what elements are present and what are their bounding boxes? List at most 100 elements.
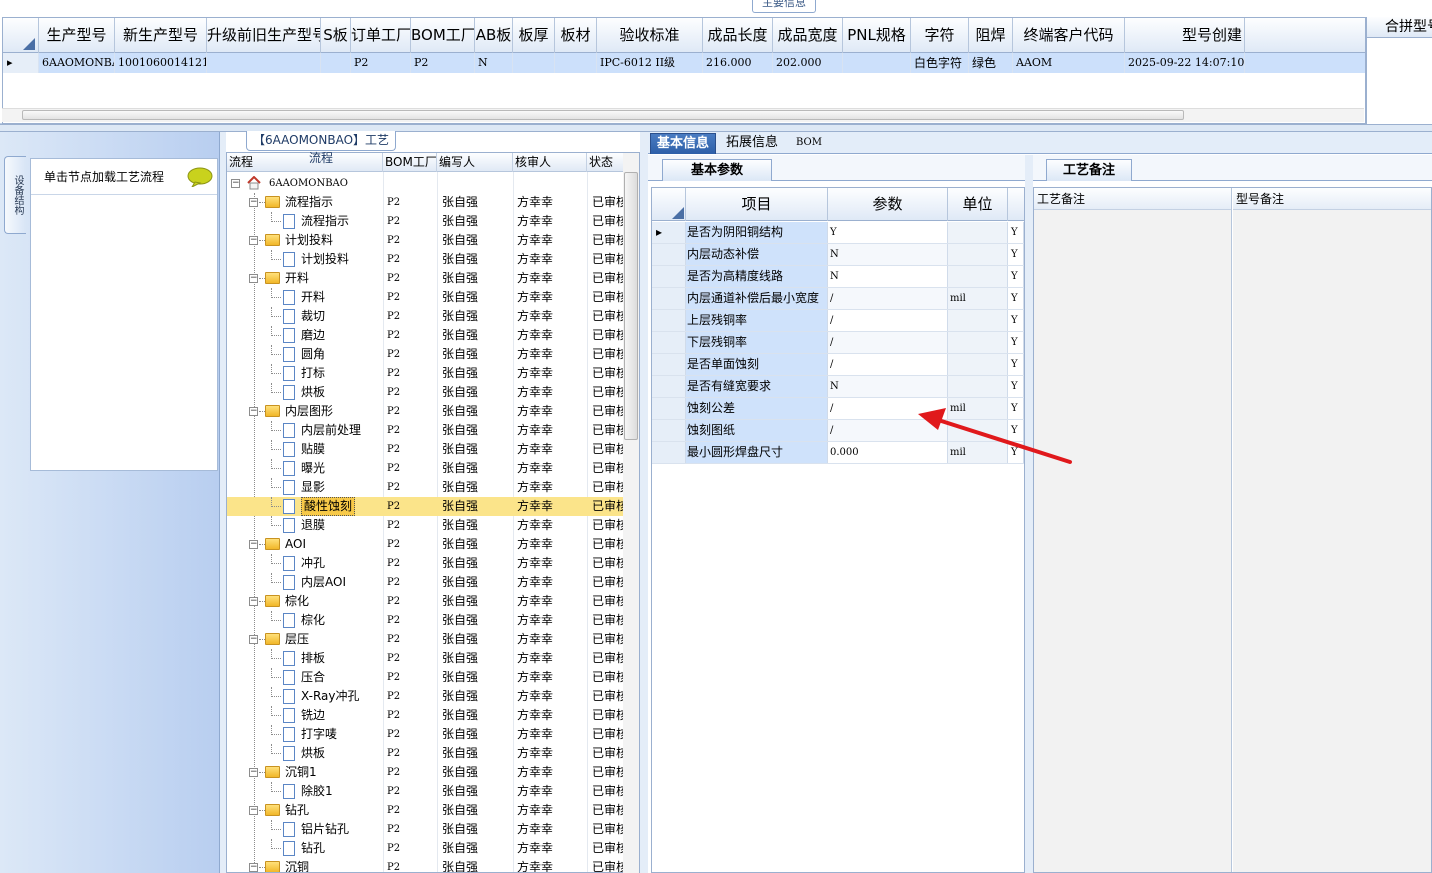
tab-basic-info[interactable]: 基本信息: [650, 133, 717, 154]
tree-folder-node[interactable]: − 内层图形 P2 张自强 方幸幸 已审核: [227, 402, 628, 421]
tree-folder-node[interactable]: − 计划投料 P2 张自强 方幸幸 已审核: [227, 231, 628, 250]
tree-leaf-node[interactable]: 开料 P2 张自强 方幸幸 已审核: [227, 288, 628, 307]
tree-leaf-node[interactable]: 圆角 P2 张自强 方幸幸 已审核: [227, 345, 628, 364]
param-value-cell[interactable]: N: [828, 244, 948, 265]
col-unit-header[interactable]: 单位: [948, 188, 1008, 221]
tree-folder-node[interactable]: − AOI P2 张自强 方幸幸 已审核: [227, 535, 628, 554]
tab-extended-info[interactable]: 拓展信息: [720, 133, 784, 154]
tree-col-header[interactable]: BOM工厂: [383, 153, 437, 172]
col-header[interactable]: 成品宽度: [773, 18, 843, 53]
tree-leaf-node[interactable]: 流程指示 P2 张自强 方幸幸 已审核: [227, 212, 628, 231]
cell[interactable]: 6AAOMONBAO: [39, 53, 115, 73]
row-selector[interactable]: [652, 266, 686, 287]
col-header[interactable]: PNL规格: [843, 18, 911, 53]
cell[interactable]: [207, 53, 321, 73]
tree-leaf-node[interactable]: 显影 P2 张自强 方幸幸 已审核: [227, 478, 628, 497]
col-header[interactable]: 板材: [555, 18, 597, 53]
vertical-splitter-middle[interactable]: [640, 132, 648, 873]
param-value-cell[interactable]: N: [828, 266, 948, 287]
collapse-icon[interactable]: −: [231, 179, 240, 188]
cell[interactable]: 2025-09-22 14:07:10: [1125, 53, 1245, 73]
tree-leaf-node[interactable]: 铝片钻孔 P2 张自强 方幸幸 已审核: [227, 820, 628, 839]
main-grid-row[interactable]: ▸6AAOMONBAO10010600141219P2P2NIPC-6012 I…: [3, 53, 1365, 73]
collapse-icon[interactable]: −: [249, 806, 258, 815]
col-header[interactable]: 订单工厂: [351, 18, 411, 53]
row-selector[interactable]: [652, 442, 686, 463]
tree-leaf-node[interactable]: 烘板 P2 张自强 方幸幸 已审核: [227, 744, 628, 763]
row-selector[interactable]: [652, 354, 686, 375]
col-header[interactable]: S板: [321, 18, 351, 53]
tree-leaf-node[interactable]: 排板 P2 张自强 方幸幸 已审核: [227, 649, 628, 668]
process-flow-tree[interactable]: 流程 BOM工厂 编写人 核审人 状态 −6AAOMONBAO − 流程指示 P2 张自强 方幸幸…: [226, 152, 640, 873]
tree-folder-node[interactable]: − 开料 P2 张自强 方幸幸 已审核: [227, 269, 628, 288]
param-row[interactable]: ▸ 是否为阴阳铜结构 Y Y: [652, 222, 1024, 244]
device-structure-tab[interactable]: 设备结构: [4, 156, 26, 234]
model-note-area[interactable]: 型号备注: [1233, 188, 1431, 872]
tree-node-selected[interactable]: 酸性蚀刻 P2 张自强 方幸幸 已审核: [227, 497, 628, 516]
param-value-cell[interactable]: /: [828, 310, 948, 331]
tree-leaf-node[interactable]: 棕化 P2 张自强 方幸幸 已审核: [227, 611, 628, 630]
tree-col-header[interactable]: 核审人: [513, 153, 587, 172]
tree-vscroll-thumb[interactable]: [624, 172, 638, 440]
param-value-cell[interactable]: /: [828, 288, 948, 309]
cell[interactable]: 白色字符: [911, 53, 969, 73]
cell[interactable]: IPC-6012 II级: [597, 53, 703, 73]
row-selector[interactable]: [652, 244, 686, 265]
col-item-header[interactable]: 项目: [686, 188, 828, 221]
col-header[interactable]: 阻焊: [969, 18, 1013, 53]
param-row[interactable]: 上层残铜率 / Y: [652, 310, 1024, 332]
col-header[interactable]: 生产型号: [39, 18, 115, 53]
tree-leaf-node[interactable]: 内层前处理 P2 张自强 方幸幸 已审核: [227, 421, 628, 440]
param-value-cell[interactable]: /: [828, 354, 948, 375]
col-header[interactable]: 板厚: [513, 18, 555, 53]
tab-bom[interactable]: BOM: [790, 133, 828, 154]
col-header[interactable]: BOM工厂: [411, 18, 475, 53]
tree-folder-node[interactable]: − 沉铜1 P2 张自强 方幸幸 已审核: [227, 763, 628, 782]
tree-folder-node[interactable]: − 沉铜 P2 张自强 方幸幸 已审核: [227, 858, 628, 872]
basic-params-grid[interactable]: 项目 参数 单位 ▸ 是否为阴阳铜结构 Y Y 内层动态补偿 N Y 是否为高精度线路 N Y 内层…: [651, 187, 1025, 873]
tree-col-header[interactable]: 编写人: [437, 153, 513, 172]
tree-leaf-node[interactable]: 打字唛 P2 张自强 方幸幸 已审核: [227, 725, 628, 744]
tree-leaf-node[interactable]: 压合 P2 张自强 方幸幸 已审核: [227, 668, 628, 687]
tree-leaf-node[interactable]: 钻孔 P2 张自强 方幸幸 已审核: [227, 839, 628, 858]
collapse-icon[interactable]: −: [249, 635, 258, 644]
param-row[interactable]: 是否单面蚀刻 / Y: [652, 354, 1024, 376]
tree-leaf-node[interactable]: 曝光 P2 张自强 方幸幸 已审核: [227, 459, 628, 478]
col-header[interactable]: 型号创建: [1125, 18, 1245, 53]
tree-folder-node[interactable]: − 层压 P2 张自强 方幸幸 已审核: [227, 630, 628, 649]
collapse-icon[interactable]: −: [249, 768, 258, 777]
process-note-area[interactable]: 工艺备注: [1034, 188, 1232, 872]
tree-leaf-node[interactable]: 铣边 P2 张自强 方幸幸 已审核: [227, 706, 628, 725]
tree-folder-node[interactable]: − 棕化 P2 张自强 方幸幸 已审核: [227, 592, 628, 611]
tree-leaf-node[interactable]: 内层AOI P2 张自强 方幸幸 已审核: [227, 573, 628, 592]
tree-leaf-node[interactable]: 烘板 P2 张自强 方幸幸 已审核: [227, 383, 628, 402]
collapse-icon[interactable]: −: [249, 597, 258, 606]
cell[interactable]: [321, 53, 351, 73]
param-row[interactable]: 是否有缝宽要求 N Y: [652, 376, 1024, 398]
param-value-cell[interactable]: Y: [828, 222, 948, 243]
tree-leaf-node[interactable]: 除胶1 P2 张自强 方幸幸 已审核: [227, 782, 628, 801]
tree-col-header[interactable]: 流程: [227, 153, 383, 172]
cell[interactable]: 10010600141219: [115, 53, 207, 73]
collapse-icon[interactable]: −: [249, 198, 258, 207]
col-header[interactable]: AB板: [475, 18, 513, 53]
tab-basic-params[interactable]: 基本参数: [662, 159, 772, 181]
tree-leaf-node[interactable]: 冲孔 P2 张自强 方幸幸 已审核: [227, 554, 628, 573]
col-header[interactable]: 升级前旧生产型号: [207, 18, 321, 53]
tab-process-notes[interactable]: 工艺备注: [1046, 159, 1132, 181]
param-row[interactable]: 是否为高精度线路 N Y: [652, 266, 1024, 288]
collapse-icon[interactable]: −: [249, 274, 258, 283]
cell[interactable]: P2: [411, 53, 475, 73]
col-header[interactable]: 验收标准: [597, 18, 703, 53]
cell[interactable]: AAOM: [1013, 53, 1125, 73]
cell[interactable]: [843, 53, 911, 73]
merge-model-header[interactable]: 合拼型号: [1367, 17, 1432, 38]
tree-folder-node[interactable]: − 流程指示 P2 张自强 方幸幸 已审核: [227, 193, 628, 212]
col-header[interactable]: 新生产型号: [115, 18, 207, 53]
tree-leaf-node[interactable]: 退膜 P2 张自强 方幸幸 已审核: [227, 516, 628, 535]
cell[interactable]: 216.000: [703, 53, 773, 73]
row-selector[interactable]: [652, 310, 686, 331]
col-header[interactable]: 成品长度: [703, 18, 773, 53]
cell[interactable]: N: [475, 53, 513, 73]
tree-col-header[interactable]: 状态: [587, 153, 627, 172]
